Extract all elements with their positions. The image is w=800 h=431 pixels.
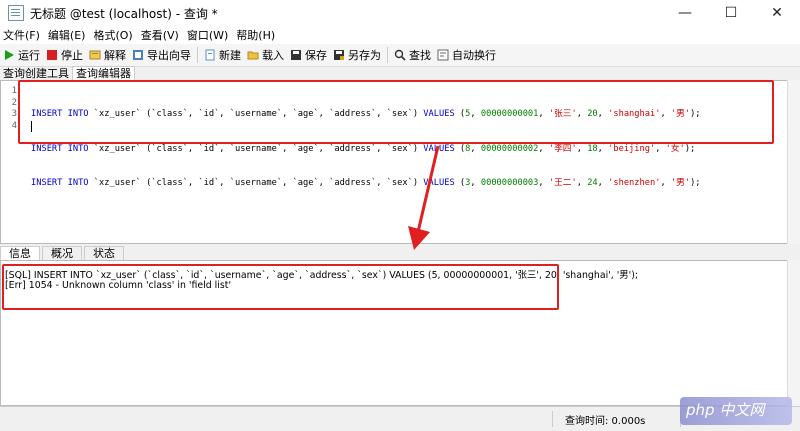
new-label: 新建 [219,49,241,62]
code-number: 00000000003 [480,178,539,188]
line-number: 1 [11,86,17,96]
code-text: , [660,178,671,188]
tab-status[interactable]: 状态 [84,246,124,261]
code-string: '男' [670,178,691,188]
find-button[interactable]: 查找 [391,45,434,65]
stop-button[interactable]: 停止 [43,45,86,65]
new-button[interactable]: 新建 [201,45,244,65]
app-icon [8,5,24,21]
new-icon [205,49,215,61]
stop-icon [47,50,57,60]
search-icon [394,49,406,61]
code-keyword: INSERT INTO [31,178,89,188]
line-numbers: 1 2 3 4 [1,86,17,132]
code-text: , [576,178,588,188]
word-wrap-label: 自动换行 [452,49,496,62]
maximize-button[interactable]: ☐ [708,0,754,26]
status-separator [552,411,553,427]
explain-icon [89,50,101,60]
play-icon [5,50,14,60]
code-keyword: INSERT INTO [31,143,89,154]
code-text: , [538,143,549,154]
close-button[interactable]: ✕ [754,0,800,26]
menu-view[interactable]: 查看(V) [138,27,182,43]
export-icon [133,50,143,60]
run-label: 运行 [18,49,40,62]
code-text: , [470,143,481,154]
code-number: 00000000002 [480,143,539,154]
menu-window[interactable]: 窗口(W) [184,27,231,43]
load-button[interactable]: 载入 [244,45,287,65]
code-text: `xz_user` (`class`, `id`, `username`, `a… [88,143,424,154]
message-scrollbar[interactable] [787,260,800,406]
explain-button[interactable]: 解释 [86,45,129,65]
code-text: ( [454,143,466,154]
toolbar: 运行 停止 解释 导出向导 新建 载入 保存 另存为 查找 自动换行 [0,44,800,67]
toolbar-separator [387,47,388,63]
window-controls: — ☐ ✕ [662,0,800,26]
menu-edit[interactable]: 编辑(E) [45,27,89,43]
window-title: 无标题 @test (localhost) - 查询 * [30,6,218,21]
save-as-button[interactable]: 另存为 [330,45,384,65]
save-label: 保存 [305,49,327,62]
code-text: ); [684,143,696,154]
find-label: 查找 [409,49,431,62]
toolbar-separator [197,47,198,63]
annotation-box-code [18,80,774,144]
code-line: INSERT INTO `xz_user` (`class`, `id`, `u… [31,178,701,190]
code-text: , [470,178,481,188]
minimize-button[interactable]: — [662,0,708,26]
code-string: 'shenzhen' [608,178,661,188]
tab-query-editor[interactable]: 查询编辑器 [72,66,135,80]
export-wizard-label: 导出向导 [147,49,191,62]
line-number: 3 [11,109,17,119]
stop-label: 停止 [61,49,83,62]
menu-help[interactable]: 帮助(H) [233,27,278,43]
save-as-icon [334,50,344,60]
load-label: 载入 [262,49,284,62]
code-number: 24 [587,178,598,188]
save-as-label: 另存为 [348,49,381,62]
menu-file[interactable]: 文件(F) [0,27,43,43]
code-string: 'beijing' [608,143,656,154]
line-number: 2 [11,97,17,108]
annotation-box-error [2,264,559,310]
result-tabs: 信息 概况 状态 [0,246,800,261]
menu-bar: 文件(F) 编辑(E) 格式(O) 查看(V) 窗口(W) 帮助(H) [0,26,800,44]
code-text: ( [454,178,466,188]
run-button[interactable]: 运行 [0,45,43,65]
code-string: '王二' [548,178,577,188]
line-number: 4 [11,120,17,131]
watermark-logo: php 中文网 [686,401,765,419]
code-text: , [655,143,666,154]
code-string: '女' [665,143,685,154]
code-line: INSERT INTO `xz_user` (`class`, `id`, `u… [31,144,701,156]
folder-icon [247,51,259,60]
code-number: 18 [587,143,598,154]
code-string: '李四' [548,143,577,154]
code-text: , [538,178,549,188]
save-icon [291,50,301,60]
menu-format[interactable]: 格式(O) [90,27,135,43]
annotation-arrow [408,145,440,250]
query-time: 查询时间: 0.000s [565,416,646,427]
code-text: ); [690,178,701,188]
save-button[interactable]: 保存 [287,45,330,65]
tab-info[interactable]: 信息 [0,246,40,260]
tab-profile[interactable]: 概况 [42,246,82,261]
tab-query-builder[interactable]: 查询创建工具 [0,67,72,80]
editor-scrollbar[interactable] [787,80,800,244]
code-text: , [576,143,588,154]
title-bar: 无标题 @test (localhost) - 查询 * — ☐ ✕ [0,0,800,26]
word-wrap-button[interactable]: 自动换行 [434,45,499,65]
explain-label: 解释 [104,49,126,62]
code-text: , [597,178,609,188]
word-wrap-icon [437,49,449,61]
editor-tabs: 查询创建工具 查询编辑器 [0,66,800,80]
code-text: , [597,143,609,154]
export-wizard-button[interactable]: 导出向导 [129,45,194,65]
code-text: `xz_user` (`class`, `id`, `username`, `a… [88,178,424,188]
